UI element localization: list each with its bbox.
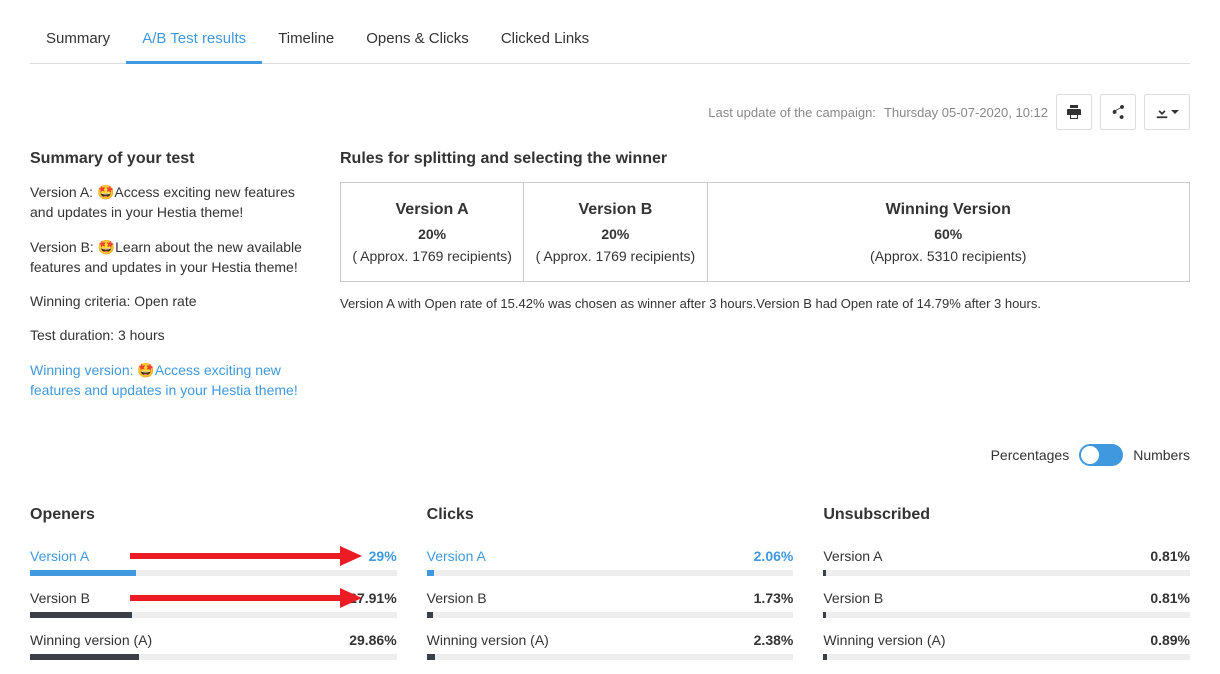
metric-value: 0.89%: [1150, 632, 1190, 648]
metrics: Openers Version A 29% Version B27.91% Winnin…: [30, 506, 1190, 674]
summary-winning[interactable]: Winning version: 🤩Access exciting new fe…: [30, 360, 310, 401]
metric-bar: [30, 612, 397, 618]
metric-row: Winning version (A) 29.86%: [30, 632, 397, 660]
metric-label: Version B: [30, 590, 90, 606]
rules-table: Version A 20% ( Approx. 1769 recipients)…: [340, 182, 1190, 282]
summary-heading: Summary of your test: [30, 150, 310, 168]
last-update-value: Thursday 05-07-2020, 10:12: [884, 105, 1048, 120]
metric-label: Version B: [427, 590, 487, 606]
rules-pct: 60%: [716, 223, 1182, 245]
metric-row: Version B 1.73%: [427, 590, 794, 618]
rules-heading: Rules for splitting and selecting the wi…: [340, 150, 1190, 168]
download-icon: [1155, 105, 1169, 119]
percentages-numbers-toggle[interactable]: [1079, 444, 1123, 466]
tab-clicked-links[interactable]: Clicked Links: [485, 20, 605, 63]
tab-timeline[interactable]: Timeline: [262, 20, 350, 63]
metric-label: Version B: [823, 590, 883, 606]
metric-label[interactable]: Version A: [427, 548, 486, 564]
summary-criteria: Winning criteria: Open rate: [30, 291, 310, 311]
rules-cell-version-b: Version B 20% ( Approx. 1769 recipients): [524, 183, 707, 281]
rules-title: Version B: [532, 197, 698, 223]
last-update-label: Last update of the campaign:: [708, 105, 876, 120]
emoji-icon: 🤩: [98, 237, 115, 257]
caret-down-icon: [1171, 108, 1179, 116]
metric-value: 29%: [369, 548, 397, 564]
tab-ab-test-results[interactable]: A/B Test results: [126, 20, 262, 64]
rules-cell-winning: Winning Version 60% (Approx. 5310 recipi…: [708, 183, 1190, 281]
metric-heading: Clicks: [427, 506, 794, 524]
summary-version-b: Version B: 🤩Learn about the new availabl…: [30, 237, 310, 278]
toggle-label-left: Percentages: [991, 447, 1070, 463]
metric-row: Version A 0.81%: [823, 548, 1190, 576]
metric-bar: [823, 654, 1190, 660]
emoji-icon: 🤩: [97, 182, 114, 202]
emoji-icon: 🤩: [137, 360, 154, 380]
annotation-arrow: [130, 595, 362, 601]
annotation-arrow: [130, 553, 362, 559]
metric-value: 1.73%: [754, 590, 794, 606]
metric-col: Clicks Version A 2.06% Version B 1.73% Winnin…: [427, 506, 794, 674]
summary-duration: Test duration: 3 hours: [30, 325, 310, 345]
toggle-row: Percentages Numbers: [30, 444, 1190, 466]
metric-value: 0.81%: [1150, 590, 1190, 606]
download-button[interactable]: [1144, 94, 1190, 130]
metric-bar: [823, 612, 1190, 618]
print-button[interactable]: [1056, 94, 1092, 130]
print-icon: [1066, 104, 1082, 120]
share-icon: [1110, 104, 1126, 120]
metric-bar: [427, 654, 794, 660]
metric-label: Winning version (A): [823, 632, 945, 648]
summary-version-a: Version A: 🤩Access exciting new features…: [30, 182, 310, 223]
metric-value: 2.38%: [754, 632, 794, 648]
rules-panel: Rules for splitting and selecting the wi…: [340, 150, 1190, 414]
metric-col: Unsubscribed Version A 0.81% Version B 0.81%…: [823, 506, 1190, 674]
rules-approx: ( Approx. 1769 recipients): [532, 245, 698, 267]
metric-value: 0.81%: [1150, 548, 1190, 564]
toggle-label-right: Numbers: [1133, 447, 1190, 463]
metric-bar: [427, 612, 794, 618]
tab-opens-clicks[interactable]: Opens & Clicks: [350, 20, 485, 63]
metric-col: Openers Version A 29% Version B27.91% Winnin…: [30, 506, 397, 674]
metric-row: Winning version (A) 0.89%: [823, 632, 1190, 660]
metric-bar: [30, 570, 397, 576]
rules-pct: 20%: [532, 223, 698, 245]
metric-heading: Openers: [30, 506, 397, 524]
metric-label: Winning version (A): [427, 632, 549, 648]
metric-label[interactable]: Version A: [30, 548, 89, 564]
metric-label: Winning version (A): [30, 632, 152, 648]
rules-cell-version-a: Version A 20% ( Approx. 1769 recipients): [341, 183, 524, 281]
metric-bar: [823, 570, 1190, 576]
metric-bar: [427, 570, 794, 576]
rules-note: Version A with Open rate of 15.42% was c…: [340, 296, 1190, 311]
metric-row: Version A 2.06%: [427, 548, 794, 576]
rules-approx: ( Approx. 1769 recipients): [349, 245, 515, 267]
metric-heading: Unsubscribed: [823, 506, 1190, 524]
metric-row: Winning version (A) 2.38%: [427, 632, 794, 660]
tab-summary[interactable]: Summary: [30, 20, 126, 63]
metric-bar: [30, 654, 397, 660]
summary-panel: Summary of your test Version A: 🤩Access …: [30, 150, 310, 414]
share-button[interactable]: [1100, 94, 1136, 130]
tabs: Summary A/B Test results Timeline Opens …: [30, 20, 1190, 64]
toolbar: Last update of the campaign: Thursday 05…: [30, 94, 1190, 130]
rules-approx: (Approx. 5310 recipients): [716, 245, 1182, 267]
metric-value: 2.06%: [754, 548, 794, 564]
rules-pct: 20%: [349, 223, 515, 245]
rules-title: Winning Version: [716, 197, 1182, 223]
metric-row: Version A 29%: [30, 548, 397, 576]
metric-row: Version B27.91%: [30, 590, 397, 618]
rules-title: Version A: [349, 197, 515, 223]
metric-row: Version B 0.81%: [823, 590, 1190, 618]
metric-label: Version A: [823, 548, 882, 564]
metric-value: 29.86%: [349, 632, 396, 648]
content: Summary of your test Version A: 🤩Access …: [30, 150, 1190, 414]
